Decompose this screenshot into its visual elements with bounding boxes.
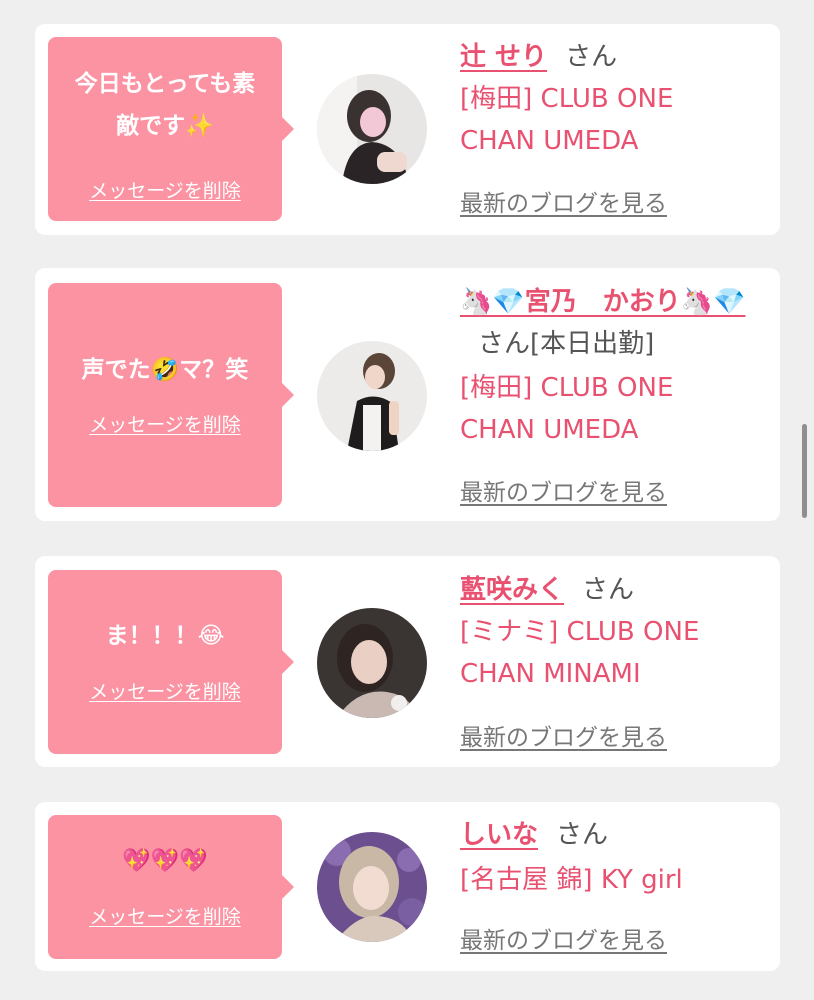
avatar[interactable] bbox=[317, 341, 427, 451]
cast-name-link[interactable]: しいな bbox=[460, 820, 538, 850]
message-bubble: ま！！！😂 メッセージを削除 bbox=[48, 570, 294, 754]
avatar-photo bbox=[317, 341, 427, 451]
honorific: さん bbox=[582, 575, 635, 605]
shop-name: [梅田] CLUB ONE bbox=[460, 84, 674, 114]
avatar-photo bbox=[317, 608, 427, 718]
shop-name-cont: CHAN MINAMI bbox=[460, 659, 641, 689]
avatar[interactable] bbox=[317, 74, 427, 184]
message-card: 今日もとっても素 敵です✨ メッセージを削除 辻 せり さん [梅田] CLUB … bbox=[35, 24, 780, 235]
avatar[interactable] bbox=[317, 608, 427, 718]
cast-name-link[interactable]: 藍咲みく bbox=[460, 575, 564, 605]
honorific: さん bbox=[565, 42, 618, 72]
message-bubble: 💖💖💖 メッセージを削除 bbox=[48, 815, 294, 959]
shop-name: [ミナミ] CLUB ONE bbox=[460, 617, 700, 647]
message-card: 声でた🤣マ？笑 メッセージを削除 🦄💎宮乃 かおり🦄💎 さん[本日出勤] [梅田]… bbox=[35, 268, 780, 521]
cast-name-line: しいな さん bbox=[460, 814, 770, 856]
shop-name: [梅田] CLUB ONE bbox=[460, 373, 674, 403]
delete-message-link[interactable]: メッセージを削除 bbox=[48, 410, 282, 437]
cast-name-link[interactable]: 辻 せり bbox=[460, 42, 547, 72]
message-text: 声でた🤣マ？笑 bbox=[81, 357, 249, 383]
avatar-photo bbox=[317, 832, 427, 942]
cast-name-line: 藍咲みく さん bbox=[460, 569, 770, 611]
honorific: さん[本日出勤] bbox=[478, 329, 655, 359]
cast-info: しいな さん [名古屋 錦] KY girl bbox=[460, 814, 770, 901]
cast-info: 🦄💎宮乃 かおり🦄💎 さん[本日出勤] [梅田] CLUB ONE CHAN UM… bbox=[460, 281, 770, 451]
latest-blog-link[interactable]: 最新のブログを見る bbox=[460, 473, 667, 507]
avatar-photo bbox=[317, 74, 427, 184]
shop-name: [名古屋 錦] KY girl bbox=[460, 865, 683, 895]
message-bubble: 今日もとっても素 敵です✨ メッセージを削除 bbox=[48, 37, 294, 221]
delete-message-link[interactable]: メッセージを削除 bbox=[48, 902, 282, 929]
message-bubble: 声でた🤣マ？笑 メッセージを削除 bbox=[48, 283, 294, 507]
scrollbar[interactable] bbox=[802, 424, 807, 518]
delete-message-link[interactable]: メッセージを削除 bbox=[48, 176, 282, 203]
cast-name-link[interactable]: 🦄💎宮乃 かおり🦄💎 bbox=[460, 287, 746, 317]
latest-blog-link[interactable]: 最新のブログを見る bbox=[460, 718, 667, 752]
message-text: 💖💖💖 bbox=[122, 848, 208, 874]
cast-info: 辻 せり さん [梅田] CLUB ONE CHAN UMEDA bbox=[460, 36, 770, 162]
shop-name-cont: CHAN UMEDA bbox=[460, 415, 639, 445]
message-text: 今日もとっても素 敵です✨ bbox=[74, 71, 256, 139]
honorific: さん bbox=[556, 820, 609, 850]
shop-name-cont: CHAN UMEDA bbox=[460, 126, 639, 156]
delete-message-link[interactable]: メッセージを削除 bbox=[48, 677, 282, 704]
cast-name-line: 🦄💎宮乃 かおり🦄💎 さん[本日出勤] bbox=[460, 281, 770, 365]
message-card: 💖💖💖 メッセージを削除 しいな さん [名古屋 錦] KY girl 最新のブロ… bbox=[35, 802, 780, 971]
message-text: ま！！！😂 bbox=[105, 623, 225, 649]
cast-name-line: 辻 せり さん bbox=[460, 36, 770, 78]
latest-blog-link[interactable]: 最新のブログを見る bbox=[460, 184, 667, 218]
avatar[interactable] bbox=[317, 832, 427, 942]
latest-blog-link[interactable]: 最新のブログを見る bbox=[460, 921, 667, 955]
message-card: ま！！！😂 メッセージを削除 藍咲みく さん [ミナミ] CLUB ONE CHA… bbox=[35, 556, 780, 767]
cast-info: 藍咲みく さん [ミナミ] CLUB ONE CHAN MINAMI bbox=[460, 569, 770, 695]
